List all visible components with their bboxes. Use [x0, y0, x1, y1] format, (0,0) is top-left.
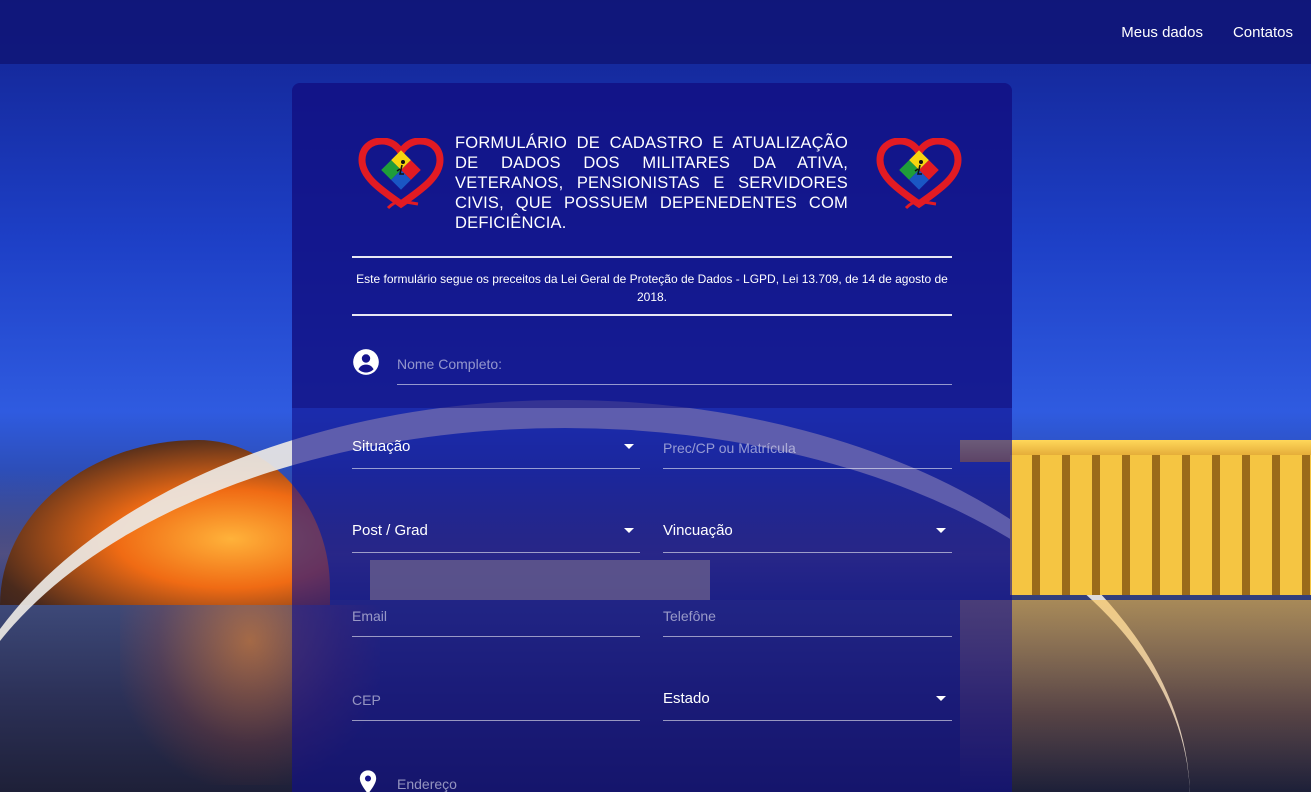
estado-select[interactable]: Estado: [663, 687, 952, 721]
email-input[interactable]: Email: [352, 603, 640, 637]
chevron-down-icon: [936, 528, 946, 533]
account-circle-icon: [353, 349, 379, 375]
telefone-input[interactable]: Telefône: [663, 603, 952, 637]
prec-cp-placeholder: Prec/CP ou Matrícula: [663, 440, 796, 456]
heart-accessibility-logo-icon: [876, 138, 962, 210]
vinculacao-select[interactable]: Vincuação: [663, 519, 952, 553]
post-grad-select[interactable]: Post / Grad: [352, 519, 640, 553]
chevron-down-icon: [624, 444, 634, 449]
post-grad-label: Post / Grad: [352, 522, 428, 539]
nome-completo-placeholder: Nome Completo:: [397, 356, 503, 372]
telefone-placeholder: Telefône: [663, 608, 716, 624]
top-navbar: Meus dados Contatos: [0, 0, 1311, 64]
email-placeholder: Email: [352, 608, 388, 624]
nav-link-meus-dados[interactable]: Meus dados: [1121, 24, 1203, 41]
nome-completo-input[interactable]: Nome Completo:: [397, 351, 952, 385]
header-divider-bottom: [352, 314, 952, 316]
lgpd-notice: Este formulário segue os preceitos da Le…: [356, 272, 948, 304]
cep-placeholder: CEP: [352, 692, 381, 708]
situacao-select[interactable]: Situação: [352, 435, 640, 469]
header-divider-top: [352, 256, 952, 258]
prec-cp-input[interactable]: Prec/CP ou Matrícula: [663, 435, 952, 469]
background-reflection-right: [960, 600, 1311, 790]
nav-link-contatos[interactable]: Contatos: [1233, 24, 1293, 41]
location-pin-icon: [359, 770, 377, 792]
chevron-down-icon: [624, 528, 634, 533]
form-title: FORMULÁRIO DE CADASTRO E ATUALIZAÇÃO DE …: [455, 134, 848, 232]
heart-accessibility-logo-icon: [358, 138, 444, 210]
situacao-label: Situação: [352, 438, 411, 455]
background-arcade: [1010, 455, 1311, 595]
chevron-down-icon: [936, 696, 946, 701]
estado-label: Estado: [663, 690, 710, 707]
registration-form-card: FORMULÁRIO DE CADASTRO E ATUALIZAÇÃO DE …: [292, 83, 1012, 792]
endereco-placeholder: Endereço: [397, 776, 457, 792]
cep-input[interactable]: CEP: [352, 687, 640, 721]
vinculacao-label: Vincuação: [663, 522, 733, 539]
endereco-input[interactable]: Endereço: [397, 771, 952, 792]
